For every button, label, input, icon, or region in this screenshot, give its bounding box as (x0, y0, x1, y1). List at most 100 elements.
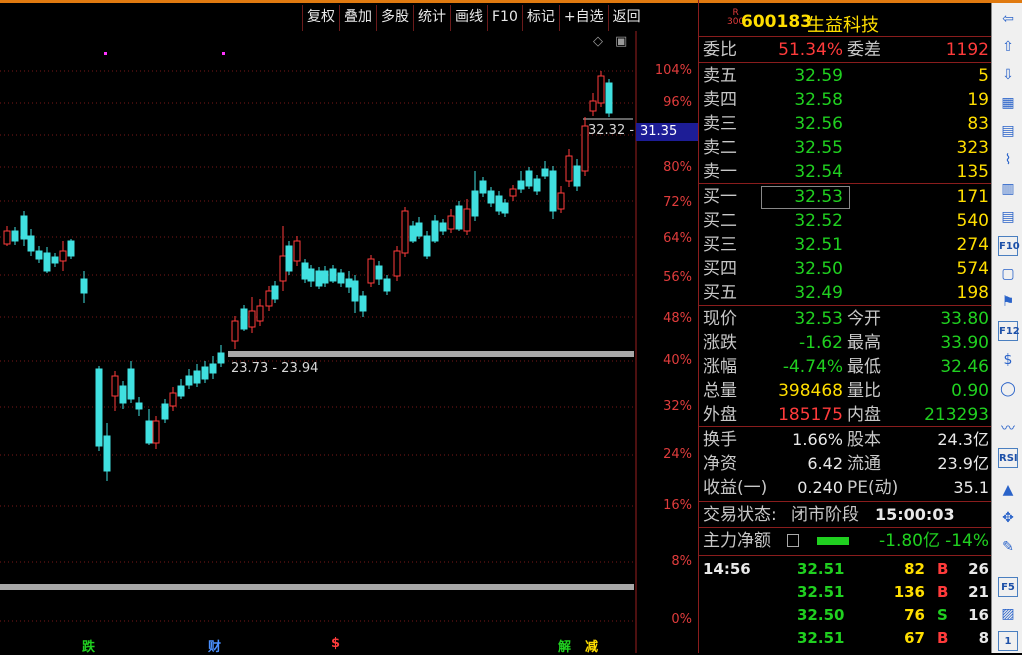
ask-price: 32.59 (794, 66, 843, 86)
toolbar-f10-button[interactable]: F10 (487, 5, 522, 31)
candle-body (145, 420, 153, 444)
last-price-tag: 31.35 (636, 123, 698, 141)
stat-label: 涨幅 (703, 357, 737, 377)
toolbar-add-favorite-button[interactable]: +自选 (558, 5, 608, 31)
toolbar-overlay-button[interactable]: 叠加 (339, 5, 376, 31)
candle-body (135, 402, 143, 410)
ask-label: 卖二 (703, 138, 737, 158)
marker-drop[interactable]: 跌 (82, 636, 95, 655)
tick-row[interactable]: 32.51 67 B 8 (699, 627, 991, 649)
detail-icon[interactable]: ▢ (998, 264, 1018, 284)
chart-grid-icon[interactable]: ▦ (998, 93, 1018, 113)
wave-icon[interactable]: 〰 (998, 419, 1018, 439)
stat-value: 32.53 (794, 309, 843, 329)
flag-icon[interactable]: ⚑ (998, 292, 1018, 312)
candle-body (351, 280, 359, 302)
stat-value: -4.74% (782, 357, 843, 377)
candle-body (307, 268, 315, 282)
bid-row: 买二 32.52 540 (699, 209, 991, 233)
toolbar-fuquan-button[interactable]: 复权 (302, 5, 339, 31)
candle-body (367, 258, 375, 284)
stat-value: 35.1 (953, 478, 989, 497)
list-icon[interactable] (787, 534, 799, 547)
ask-volume: 83 (967, 114, 989, 134)
stat-label: 收益(一) (703, 478, 768, 498)
bid-price: 32.50 (794, 259, 843, 279)
candle-body (409, 225, 417, 242)
tick-row[interactable]: 32.50 76 S 16 (699, 604, 991, 626)
stat-value: -1.62 (799, 333, 843, 353)
candle-body (161, 403, 169, 420)
tick-row[interactable]: 32.51 136 B 21 (699, 581, 991, 603)
toolbar-multi-stock-button[interactable]: 多股 (376, 5, 413, 31)
line-chart-icon[interactable]: ⌇ (998, 150, 1018, 170)
ask-row: 卖五 32.59 5 (699, 64, 991, 88)
tick-row[interactable]: 14:56 32.51 82 B 26 (699, 558, 991, 580)
marker-dollar[interactable]: $ (331, 636, 340, 651)
divider (699, 527, 991, 528)
up-icon[interactable]: ▲ (998, 480, 1018, 500)
stat-value: 213293 (924, 405, 989, 425)
tick-price: 32.51 (797, 560, 845, 578)
candle-body (20, 215, 28, 240)
number-one-icon[interactable]: 1 (998, 631, 1018, 651)
stat-value: 398468 (778, 381, 843, 401)
toolbar-back-button[interactable]: 返回 (607, 5, 645, 31)
arrow-down-icon[interactable]: ⇩ (998, 65, 1018, 85)
tick-price: 32.50 (797, 606, 845, 624)
stat-row: 净资 6.42 流通 23.9亿 (699, 452, 991, 476)
pct-axis-label: 40% (663, 353, 692, 368)
move-icon[interactable]: ✥ (998, 508, 1018, 528)
candle-body (67, 240, 75, 257)
candle-body (455, 205, 463, 230)
toolbar-statistics-button[interactable]: 统计 (413, 5, 450, 31)
tick-side: S (937, 606, 948, 624)
f12-icon[interactable]: F12 (998, 321, 1020, 341)
stat-value: 24.3亿 (937, 430, 989, 449)
candle-body (201, 366, 209, 380)
circle-icon[interactable]: ◯ (998, 379, 1018, 399)
list-icon[interactable]: ▤ (998, 121, 1018, 141)
diamond-icon[interactable]: ◇ (593, 34, 603, 49)
rsi-icon[interactable]: RSI (998, 448, 1018, 468)
pct-axis-label: 24% (663, 447, 692, 462)
candle-body (517, 180, 525, 190)
pct-axis-label: 80% (663, 160, 692, 175)
table-icon[interactable]: ▤ (998, 207, 1018, 227)
stat-label: 换手 (703, 430, 737, 450)
marker-unlock[interactable]: 解 (558, 636, 571, 655)
stat-row: 涨幅 -4.74% 最低 32.46 (699, 355, 991, 379)
candle-body (152, 420, 160, 444)
candle-body (27, 235, 35, 252)
window-icon[interactable]: ▣ (615, 34, 627, 49)
toolbar-mark-button[interactable]: 标记 (521, 5, 559, 31)
pencil-icon[interactable]: ✎ (998, 537, 1018, 557)
marker-finance[interactable]: 财 (208, 636, 221, 655)
candle-body (337, 272, 345, 284)
bid-volume: 198 (956, 283, 989, 303)
divider (699, 183, 991, 184)
dollar-icon[interactable]: $ (998, 350, 1018, 370)
stat-row: 现价 32.53 今开 33.80 (699, 307, 991, 331)
f10-icon[interactable]: F10 (998, 236, 1020, 256)
arrow-left-icon[interactable]: ⇦ (998, 9, 1018, 29)
candle-body (401, 210, 409, 254)
bid-label: 买一 (703, 187, 737, 207)
marker-reduce[interactable]: 减 (585, 636, 598, 655)
pct-axis-label: 0% (671, 612, 692, 627)
candle-body (423, 235, 431, 257)
bid-row: 买一 32.53 171 (699, 185, 991, 209)
main-force-pct: -14% (945, 531, 989, 551)
pct-axis-label: 104% (654, 63, 692, 78)
layout-icon[interactable]: ▨ (998, 604, 1018, 624)
weibi-row: 委比 51.34% 委差 1192 (699, 38, 991, 62)
ask-label: 卖一 (703, 162, 737, 182)
arrow-up-icon[interactable]: ⇧ (998, 37, 1018, 57)
stat-value: 6.42 (807, 454, 843, 473)
ask-row: 卖二 32.55 323 (699, 136, 991, 160)
f5-icon[interactable]: F5 (998, 577, 1018, 597)
pct-axis-label: 8% (671, 554, 692, 569)
toolbar-draw-line-button[interactable]: 画线 (450, 5, 487, 31)
bid-volume: 574 (956, 259, 989, 279)
kline-icon[interactable]: ▥ (998, 179, 1018, 199)
